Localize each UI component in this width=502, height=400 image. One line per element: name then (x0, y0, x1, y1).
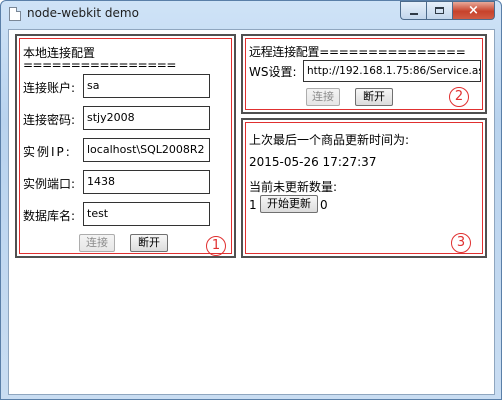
password-field[interactable]: stjy2008 (83, 106, 210, 130)
minimize-icon (409, 12, 418, 15)
remote-config-title: 远程连接配置=============== (249, 45, 466, 59)
instance-port-field[interactable]: 1438 (83, 170, 210, 194)
database-name-field[interactable]: test (83, 202, 210, 226)
remote-disconnect-button[interactable]: 断开 (355, 88, 393, 106)
app-window: node-webkit demo × 本地连接配置 ==============… (0, 0, 502, 400)
last-update-label: 上次最后一个商品更新时间为: (249, 133, 410, 147)
client-area: 本地连接配置 ================ 连接账户: sa 连接密码: s… (8, 29, 495, 395)
close-button[interactable]: × (452, 1, 495, 20)
update-status-panel: 上次最后一个商品更新时间为: 2015-05-26 17:27:37 当前未更新… (241, 118, 487, 258)
start-update-button[interactable]: 开始更新 (260, 195, 318, 213)
remote-connect-button[interactable]: 连接 (306, 88, 340, 106)
account-label: 连接账户: (23, 81, 76, 95)
instance-port-label: 实例端口: (23, 177, 76, 191)
window-title: node-webkit demo (27, 6, 139, 20)
maximize-button[interactable] (426, 1, 452, 20)
pending-count: 1 (249, 198, 257, 212)
minimize-button[interactable] (400, 1, 426, 20)
ws-url-field[interactable]: http://192.168.1.75:86/Service.asmx (303, 60, 481, 82)
marker-2: 2 (449, 87, 469, 107)
remote-config-panel: 远程连接配置=============== WS设置: http://192.1… (241, 34, 487, 114)
pending-count-label: 当前未更新数量: (249, 180, 338, 194)
instance-ip-label: 实例IP: (23, 145, 72, 159)
caption-buttons: × (400, 1, 495, 20)
last-update-time: 2015-05-26 17:27:37 (249, 155, 377, 169)
local-config-divider: ================ (23, 58, 176, 72)
local-connect-button[interactable]: 连接 (79, 234, 115, 252)
app-icon (9, 7, 21, 21)
database-name-label: 数据库名: (23, 209, 76, 223)
marker-1: 1 (206, 236, 226, 256)
instance-ip-field[interactable]: localhost\SQL2008R2 (83, 138, 210, 162)
maximize-icon (435, 7, 444, 14)
account-field[interactable]: sa (83, 74, 210, 98)
password-label: 连接密码: (23, 113, 76, 127)
updated-count: 0 (320, 198, 328, 212)
ws-label: WS设置: (249, 65, 297, 79)
local-disconnect-button[interactable]: 断开 (130, 234, 168, 252)
local-config-panel: 本地连接配置 ================ 连接账户: sa 连接密码: s… (15, 34, 236, 258)
title-bar[interactable]: node-webkit demo × (1, 1, 501, 27)
marker-3: 3 (451, 233, 471, 253)
close-icon: × (468, 3, 479, 18)
